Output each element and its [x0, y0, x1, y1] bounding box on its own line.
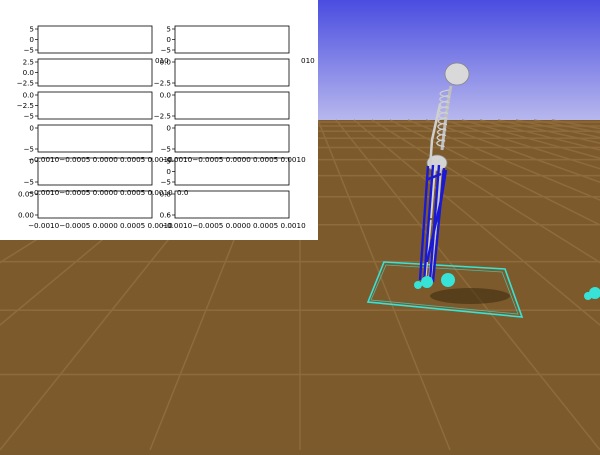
subplot-axes [174, 190, 290, 219]
y-tick-label: −2.5 [17, 79, 34, 88]
foot-marker [414, 281, 422, 289]
subplot-axes [37, 124, 153, 153]
subplot-axes [174, 124, 290, 153]
x-tick-labels: −0.0010−0.0005 0.0000 0.0005 0.0010 [28, 155, 173, 164]
y-tick-label: 2.5 [23, 58, 34, 67]
y-tick-label: 0 [29, 124, 34, 133]
y-tick-label: −2.5 [17, 101, 34, 110]
y-tick-label: 0 [29, 35, 34, 44]
skull [444, 62, 470, 86]
y-tick-label: −5 [23, 112, 34, 121]
y-tick-label: −5 [160, 145, 171, 154]
x-tick-labels: −0.0010−0.0005 0.0000 0.0005 0.0010 [161, 221, 306, 230]
x-tick-labels: −0.0010−0.0005 0.0000 0.0005 0.0010 [28, 221, 173, 230]
x-tick-labels: −0.0010−0.0005 0.0000 0.0005 0.0010 [28, 188, 173, 197]
x-tick-labels: −0.0010−0.0005 0.0000 0.0005 0.0010 [161, 155, 306, 164]
y-tick-label: 0.6 [160, 211, 172, 220]
foot-marker [421, 276, 433, 288]
y-tick-label: 5 [29, 25, 34, 34]
y-tick-label: −5 [160, 46, 171, 55]
y-tick-label: 0.0 [23, 91, 35, 100]
subplot-grid: 50−550−52.50.0−2.50.0−2.50.0−2.5−50.0−2.… [17, 25, 316, 231]
y-tick-label: −2.5 [154, 79, 171, 88]
y-tick-label: 0 [166, 35, 171, 44]
subplot-axes [174, 91, 290, 120]
x-tick-labels: 0.0 [177, 188, 189, 197]
y-tick-label: 0 [166, 124, 171, 133]
y-tick-label: −5 [160, 178, 171, 187]
subplot-axes [37, 58, 153, 87]
offscreen-marker [584, 292, 592, 300]
y-tick-label: 0.0 [160, 91, 172, 100]
y-tick-label: −5 [23, 178, 34, 187]
y-tick-label: −5 [23, 46, 34, 55]
subplot-axes [174, 25, 290, 54]
plot-panel: 5 0 −5 5 0 −5 2.5 0.0 −2.5 0.0 −2.5 0.0 −2.5 −5 0.0 −2.… [0, 0, 318, 240]
y-tick-label: 0.0 [23, 68, 35, 77]
y-tick-label: −2.5 [154, 112, 171, 121]
x-tick-labels: 010 [301, 56, 315, 65]
y-tick-label: −5 [23, 145, 34, 154]
x-tick-labels: 010 [155, 56, 169, 65]
y-tick-label: 0 [166, 167, 171, 176]
subplot-axes [37, 25, 153, 54]
y-tick-label: 0.00 [18, 211, 34, 220]
subplot-axes [37, 91, 153, 120]
foot-marker [441, 273, 455, 287]
y-tick-label: 5 [166, 25, 171, 34]
shadow [430, 288, 510, 304]
subplot-axes [174, 58, 290, 87]
